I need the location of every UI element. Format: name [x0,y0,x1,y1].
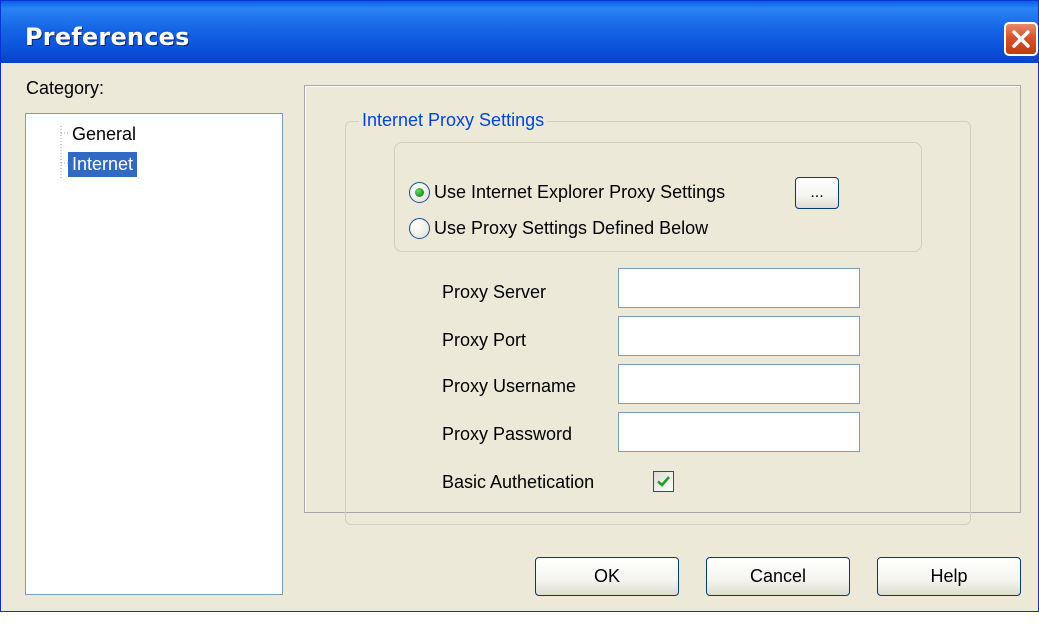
sidebar-item-label: Internet [68,151,138,177]
proxy-mode-frame: Use Internet Explorer Proxy Settings ...… [394,142,922,252]
radio-label: Use Internet Explorer Proxy Settings [434,181,726,202]
radio-use-ie-proxy[interactable]: Use Internet Explorer Proxy Settings [409,179,725,205]
radio-use-custom-proxy[interactable]: Use Proxy Settings Defined Below [409,215,708,241]
title-bar[interactable]: Preferences [1,1,1038,63]
proxy-server-label: Proxy Server [442,282,547,302]
proxy-username-label: Proxy Username [442,376,577,396]
ie-settings-browse-button[interactable]: ... [795,177,839,209]
checkmark-icon [657,476,670,487]
proxy-port-label: Proxy Port [442,330,527,350]
basic-auth-label: Basic Authetication [442,472,595,492]
proxy-settings-group: Internet Proxy Settings Use Internet Exp… [345,110,971,525]
proxy-username-input[interactable] [618,364,860,404]
window-title: Preferences [25,23,190,51]
basic-auth-checkbox[interactable] [653,471,674,492]
group-title: Internet Proxy Settings [359,110,548,131]
close-button[interactable] [1004,22,1038,56]
category-label: Category: [26,78,105,98]
close-icon [1012,30,1030,48]
settings-panel: Internet Proxy Settings Use Internet Exp… [304,85,1021,525]
preferences-window: Preferences Category: General Internet I… [0,0,1039,612]
category-tree: General Internet [25,113,283,595]
help-button[interactable]: Help [877,557,1021,596]
proxy-password-label: Proxy Password [442,424,573,444]
radio-button-checked[interactable] [409,181,430,203]
proxy-port-input[interactable] [618,316,860,356]
sidebar-item-label: General [72,123,137,144]
proxy-password-input[interactable] [618,412,860,452]
cancel-button[interactable]: Cancel [706,557,850,596]
proxy-server-input[interactable] [618,268,860,308]
ok-button[interactable]: OK [535,557,679,596]
radio-label: Use Proxy Settings Defined Below [434,217,709,238]
radio-button[interactable] [409,217,430,239]
